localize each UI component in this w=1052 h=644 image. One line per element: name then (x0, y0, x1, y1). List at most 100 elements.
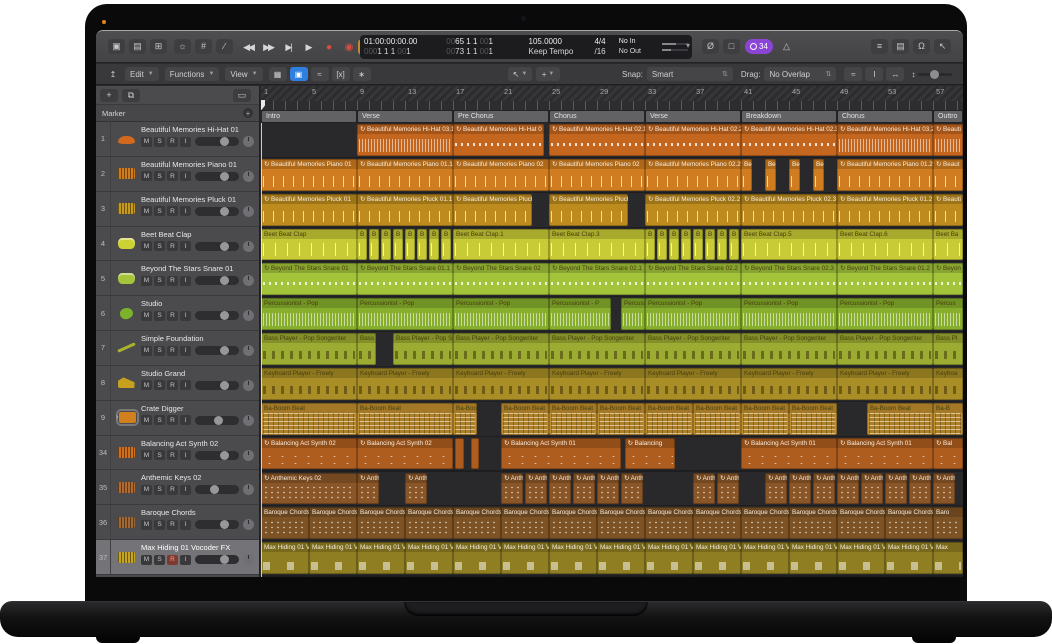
track-header[interactable]: 7Simple FoundationMSRI (96, 331, 259, 366)
inspector-icon[interactable]: ▤ (129, 39, 146, 54)
pan-knob[interactable] (243, 484, 254, 495)
volume-fader[interactable] (195, 311, 239, 320)
record-enable-button[interactable]: R (167, 171, 178, 181)
region[interactable]: B (681, 229, 691, 261)
record-enable-button[interactable]: R (167, 450, 178, 460)
play-button[interactable]: ▶ (298, 39, 318, 55)
region[interactable]: Keyboard Player - Freely (741, 368, 837, 400)
solo-button[interactable]: S (154, 206, 165, 216)
region[interactable]: Keyboard Player - Freely (645, 368, 741, 400)
region[interactable]: Baroque Chords (309, 507, 357, 539)
region[interactable]: Baroque Chords (501, 507, 549, 539)
mute-button[interactable]: M (141, 311, 152, 321)
quick-help-icon[interactable]: ▣ (108, 39, 125, 54)
region[interactable]: Percussionist - Pop (453, 298, 549, 330)
region[interactable]: ↻ Anthe (789, 473, 811, 505)
region[interactable]: Keyboa (933, 368, 963, 400)
volume-fader[interactable] (195, 346, 239, 355)
region[interactable]: ↻ Beautiful Memories Hi-Hat 03.1 (357, 124, 453, 156)
metronome-icon[interactable]: △ (778, 39, 795, 54)
arrangement-marker[interactable]: Chorus (550, 111, 644, 122)
vertical-zoom-button[interactable]: I (865, 67, 883, 81)
region[interactable]: Ba-Boom Beat (357, 403, 453, 435)
volume-fader[interactable] (195, 451, 239, 460)
track-header[interactable]: 1Beautiful Memories Hi-Hat 01MSRI (96, 122, 259, 157)
input-monitor-button[interactable]: I (180, 206, 191, 216)
snap-select[interactable]: Smart⇅ (647, 67, 733, 81)
region[interactable]: ↻ Balancing Act Synth 01 (741, 438, 837, 470)
mute-button[interactable]: M (141, 415, 152, 425)
region[interactable]: ↻ Anthe (885, 473, 907, 505)
track-header[interactable]: 3Beautiful Memories Pluck 01MSRI (96, 192, 259, 227)
region[interactable]: B (645, 229, 655, 261)
region[interactable]: ↻ Anthe (597, 473, 619, 505)
region[interactable]: Percussionist - Pop (357, 298, 453, 330)
region[interactable]: ↻ Anthe (501, 473, 523, 505)
automation-button[interactable]: ≈ (311, 67, 329, 81)
pan-knob[interactable] (243, 345, 254, 356)
solo-button[interactable]: S (154, 415, 165, 425)
region[interactable]: ↻ Beyond The Stars Snare 01.2 (837, 263, 933, 295)
record-enable-button[interactable]: R (167, 555, 178, 565)
chevron-down-icon[interactable]: ▾ (686, 41, 690, 50)
region[interactable]: Bass P (357, 333, 376, 365)
region[interactable]: B (405, 229, 415, 261)
region[interactable]: ↻ Anthe (525, 473, 547, 505)
region[interactable]: Percussionist - Pop (837, 298, 933, 330)
grid-button[interactable]: ▦ (269, 67, 287, 81)
region[interactable]: Keyboard Player - Freely (549, 368, 645, 400)
region[interactable]: Baroque Chords (549, 507, 597, 539)
region[interactable]: ↻ Anthe (693, 473, 715, 505)
region[interactable]: ↻ Anthemic Keys 02 (261, 473, 357, 505)
region[interactable]: ↻ Anthe (357, 473, 379, 505)
track-header[interactable]: 36Baroque ChordsMSRI (96, 505, 259, 540)
rewind-button[interactable]: ◀◀ (238, 39, 258, 55)
region[interactable]: ↻ Beyond The Stars Snare 01.1 (357, 263, 453, 295)
solo-button[interactable]: S (154, 555, 165, 565)
region[interactable]: ↻ Anthe (405, 473, 427, 505)
solo-button[interactable]: S (154, 346, 165, 356)
mute-button[interactable]: M (141, 555, 152, 565)
volume-fader[interactable] (195, 520, 239, 529)
region[interactable]: Percus (933, 298, 963, 330)
regions-button[interactable]: ▣ (290, 67, 308, 81)
region[interactable]: Ba-Boom Beat (261, 403, 357, 435)
region[interactable]: Percuss (621, 298, 645, 330)
region[interactable]: Ba-Boo (453, 403, 477, 435)
region[interactable]: Percussionist - Pop (261, 298, 357, 330)
mute-button[interactable]: M (141, 241, 152, 251)
volume-fader[interactable] (195, 137, 239, 146)
master-dim-button[interactable]: Ø (702, 39, 719, 54)
region[interactable] (455, 438, 463, 470)
region[interactable]: ↻ Beautiful Memories Pluck 02 (549, 194, 628, 226)
master-solo-button[interactable]: □ (723, 39, 740, 54)
pan-knob[interactable] (243, 554, 254, 565)
pan-knob[interactable] (243, 275, 254, 286)
region[interactable]: Max Hiding 01 V (357, 542, 405, 574)
region[interactable]: ↻ Beautiful Memories Pluck 02 (453, 194, 532, 226)
region[interactable]: Max Hiding 01 V (453, 542, 501, 574)
region[interactable]: Bass Player - Pop So (393, 333, 453, 365)
region[interactable]: Baro (933, 507, 963, 539)
region[interactable]: Baroque Chords (357, 507, 405, 539)
region[interactable]: ↻ Balancing Act Synth 01 (837, 438, 933, 470)
region[interactable]: Ba-Boom Beat (597, 403, 645, 435)
notification-badge[interactable]: 34 (745, 39, 773, 54)
region[interactable]: Baroque Chords (693, 507, 741, 539)
region[interactable]: ↻ Beautiful Memories Piano 02 (549, 159, 645, 191)
editors-icon[interactable]: ∕ (216, 39, 233, 54)
region[interactable]: Ba-Boom Beat (645, 403, 693, 435)
region[interactable]: Max Hiding 01 V (309, 542, 357, 574)
add-track-button[interactable]: + (100, 89, 118, 102)
arrangement-marker[interactable]: Breakdown (742, 111, 836, 122)
mute-button[interactable]: M (141, 485, 152, 495)
track-header[interactable]: 9›Crate DiggerMSRI (96, 401, 259, 436)
arrangement-marker[interactable]: Outtro (934, 111, 962, 122)
region[interactable]: ↻ Bal (933, 438, 963, 470)
region[interactable]: ↻ Beautiful Memories Hi-Hat 02.2 (645, 124, 741, 156)
region[interactable]: ↻ Balancing (625, 438, 675, 470)
region[interactable]: Max Hiding 01 V (597, 542, 645, 574)
solo-button[interactable]: S (154, 171, 165, 181)
region[interactable]: ↻ Beautiful Memories Piano 02.2 (645, 159, 741, 191)
input-monitor-button[interactable]: I (180, 555, 191, 565)
